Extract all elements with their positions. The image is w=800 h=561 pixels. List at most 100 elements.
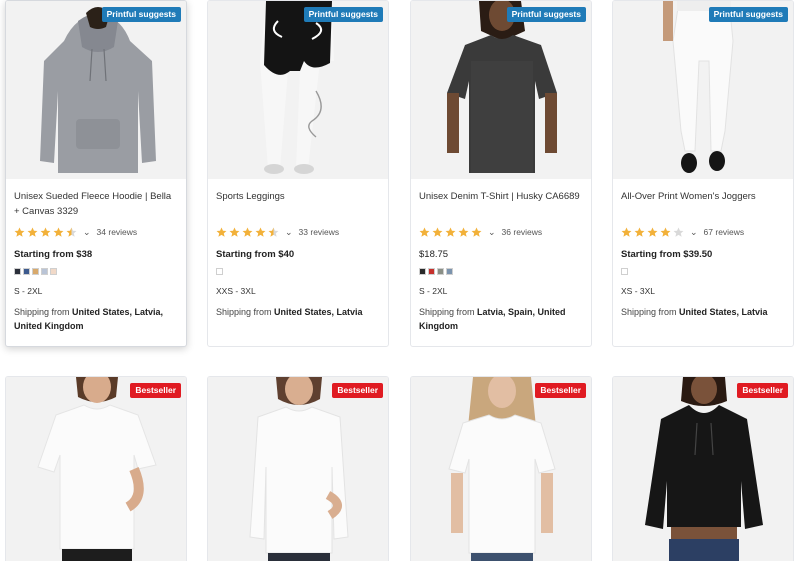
product-badge: Bestseller: [737, 383, 788, 398]
shipping-label: Shipping from: [216, 307, 275, 317]
shipping-info: Shipping from United States, Latvia: [216, 305, 380, 319]
product-image[interactable]: Printful suggests: [6, 1, 186, 179]
color-swatch[interactable]: [41, 268, 48, 275]
star-icon: [647, 227, 658, 237]
reviews-count[interactable]: 34 reviews: [97, 227, 138, 237]
product-badge: Printful suggests: [506, 7, 586, 22]
color-swatch[interactable]: [23, 268, 30, 275]
size-range: S - 2XL: [14, 286, 43, 296]
star-icon: [660, 227, 671, 237]
color-swatch[interactable]: [216, 268, 223, 275]
star-icon: [40, 227, 51, 237]
color-swatches: [621, 268, 785, 276]
rating-row[interactable]: ⌄ 36 reviews: [419, 225, 583, 239]
chevron-down-icon[interactable]: ⌄: [285, 227, 293, 238]
product-image[interactable]: Bestseller: [208, 377, 388, 561]
product-badge: Printful suggests: [708, 7, 788, 22]
reviews-count[interactable]: 36 reviews: [502, 227, 543, 237]
color-swatch[interactable]: [14, 268, 21, 275]
price-value: $38: [76, 249, 93, 260]
product-image[interactable]: Printful suggests: [208, 1, 388, 179]
product-image[interactable]: Printful suggests: [411, 1, 591, 179]
shipping-locations: United States, Latvia: [679, 307, 768, 317]
star-icon: [634, 227, 645, 237]
rating-row[interactable]: ⌄ 33 reviews: [216, 225, 380, 239]
color-swatch[interactable]: [621, 268, 628, 275]
product-badge: Printful suggests: [101, 7, 181, 22]
star-icon: [242, 227, 253, 237]
reviews-count[interactable]: 33 reviews: [299, 227, 340, 237]
product-price: Starting from $39.50: [621, 249, 785, 260]
product-title[interactable]: Unisex Sueded Fleece Hoodie | Bella + Ca…: [14, 189, 178, 221]
color-swatch[interactable]: [446, 268, 453, 275]
chevron-down-icon[interactable]: ⌄: [488, 227, 496, 238]
price-value: $40: [278, 249, 295, 260]
star-icon: [255, 227, 266, 237]
product-card-white-tee[interactable]: Bestseller: [410, 376, 592, 561]
star-icon: [432, 227, 443, 237]
price-prefix: Starting from: [216, 249, 279, 260]
color-swatch[interactable]: [437, 268, 444, 275]
product-card-white-longsleeve[interactable]: Bestseller: [207, 376, 389, 561]
shipping-locations: United States, Latvia: [274, 307, 363, 317]
product-price: Starting from $38: [14, 249, 178, 260]
product-badge: Bestseller: [535, 383, 586, 398]
product-title[interactable]: Sports Leggings: [216, 189, 380, 221]
product-badge: Bestseller: [130, 383, 181, 398]
product-card-white-tshirt[interactable]: Bestseller: [5, 376, 187, 561]
product-price: Starting from $40: [216, 249, 380, 260]
size-range: XS - 3XL: [621, 286, 656, 296]
product-card-joggers[interactable]: Printful suggests All-Over Print Women's…: [612, 0, 794, 347]
star-icon: [445, 227, 456, 237]
rating-stars: [621, 227, 684, 238]
color-swatch[interactable]: [419, 268, 426, 275]
star-icon: [458, 227, 469, 237]
star-icon: [673, 227, 684, 237]
rating-row[interactable]: ⌄ 67 reviews: [621, 225, 785, 239]
product-title[interactable]: All-Over Print Women's Joggers: [621, 189, 785, 221]
color-swatch[interactable]: [50, 268, 57, 275]
star-icon: [268, 227, 279, 237]
product-image[interactable]: Bestseller: [613, 377, 793, 561]
shipping-info: Shipping from United States, Latvia, Uni…: [14, 305, 178, 333]
product-card-denim-tshirt[interactable]: Printful suggests Unisex Denim T-Shirt |…: [410, 0, 592, 347]
star-icon: [216, 227, 227, 237]
rating-stars: [14, 227, 77, 238]
product-card-leggings[interactable]: Printful suggests Sports Leggings ⌄ 33 r…: [207, 0, 389, 347]
rating-row[interactable]: ⌄ 34 reviews: [14, 225, 178, 239]
chevron-down-icon[interactable]: ⌄: [83, 227, 91, 238]
color-swatches: [216, 268, 380, 276]
product-image[interactable]: Printful suggests: [613, 1, 793, 179]
star-icon: [27, 227, 38, 237]
size-range: S - 2XL: [419, 286, 448, 296]
product-badge: Bestseller: [332, 383, 383, 398]
star-icon: [229, 227, 240, 237]
shipping-label: Shipping from: [419, 307, 478, 317]
rating-stars: [419, 227, 482, 238]
color-swatches: [419, 268, 583, 276]
color-swatch[interactable]: [32, 268, 39, 275]
rating-stars: [216, 227, 279, 238]
price-value: $39.50: [683, 249, 713, 260]
product-card-black-cropped-hoodie[interactable]: Bestseller: [612, 376, 794, 561]
star-icon: [66, 227, 77, 237]
shipping-label: Shipping from: [621, 307, 680, 317]
product-title[interactable]: Unisex Denim T-Shirt | Husky CA6689: [419, 189, 583, 221]
price-value: $18.75: [419, 249, 449, 260]
price-prefix: Starting from: [621, 249, 684, 260]
reviews-count[interactable]: 67 reviews: [704, 227, 745, 237]
product-image[interactable]: Bestseller: [6, 377, 186, 561]
product-badge: Printful suggests: [303, 7, 383, 22]
shipping-info: Shipping from Latvia, Spain, United King…: [419, 305, 583, 333]
color-swatches: [14, 268, 178, 276]
product-card-hoodie[interactable]: Printful suggests Unisex Sueded Fleece H…: [5, 0, 187, 347]
chevron-down-icon[interactable]: ⌄: [690, 227, 698, 238]
product-image[interactable]: Bestseller: [411, 377, 591, 561]
color-swatch[interactable]: [428, 268, 435, 275]
shipping-info: Shipping from United States, Latvia: [621, 305, 785, 319]
star-icon: [14, 227, 25, 237]
product-price: $18.75: [419, 249, 583, 260]
star-icon: [621, 227, 632, 237]
star-icon: [471, 227, 482, 237]
star-icon: [419, 227, 430, 237]
